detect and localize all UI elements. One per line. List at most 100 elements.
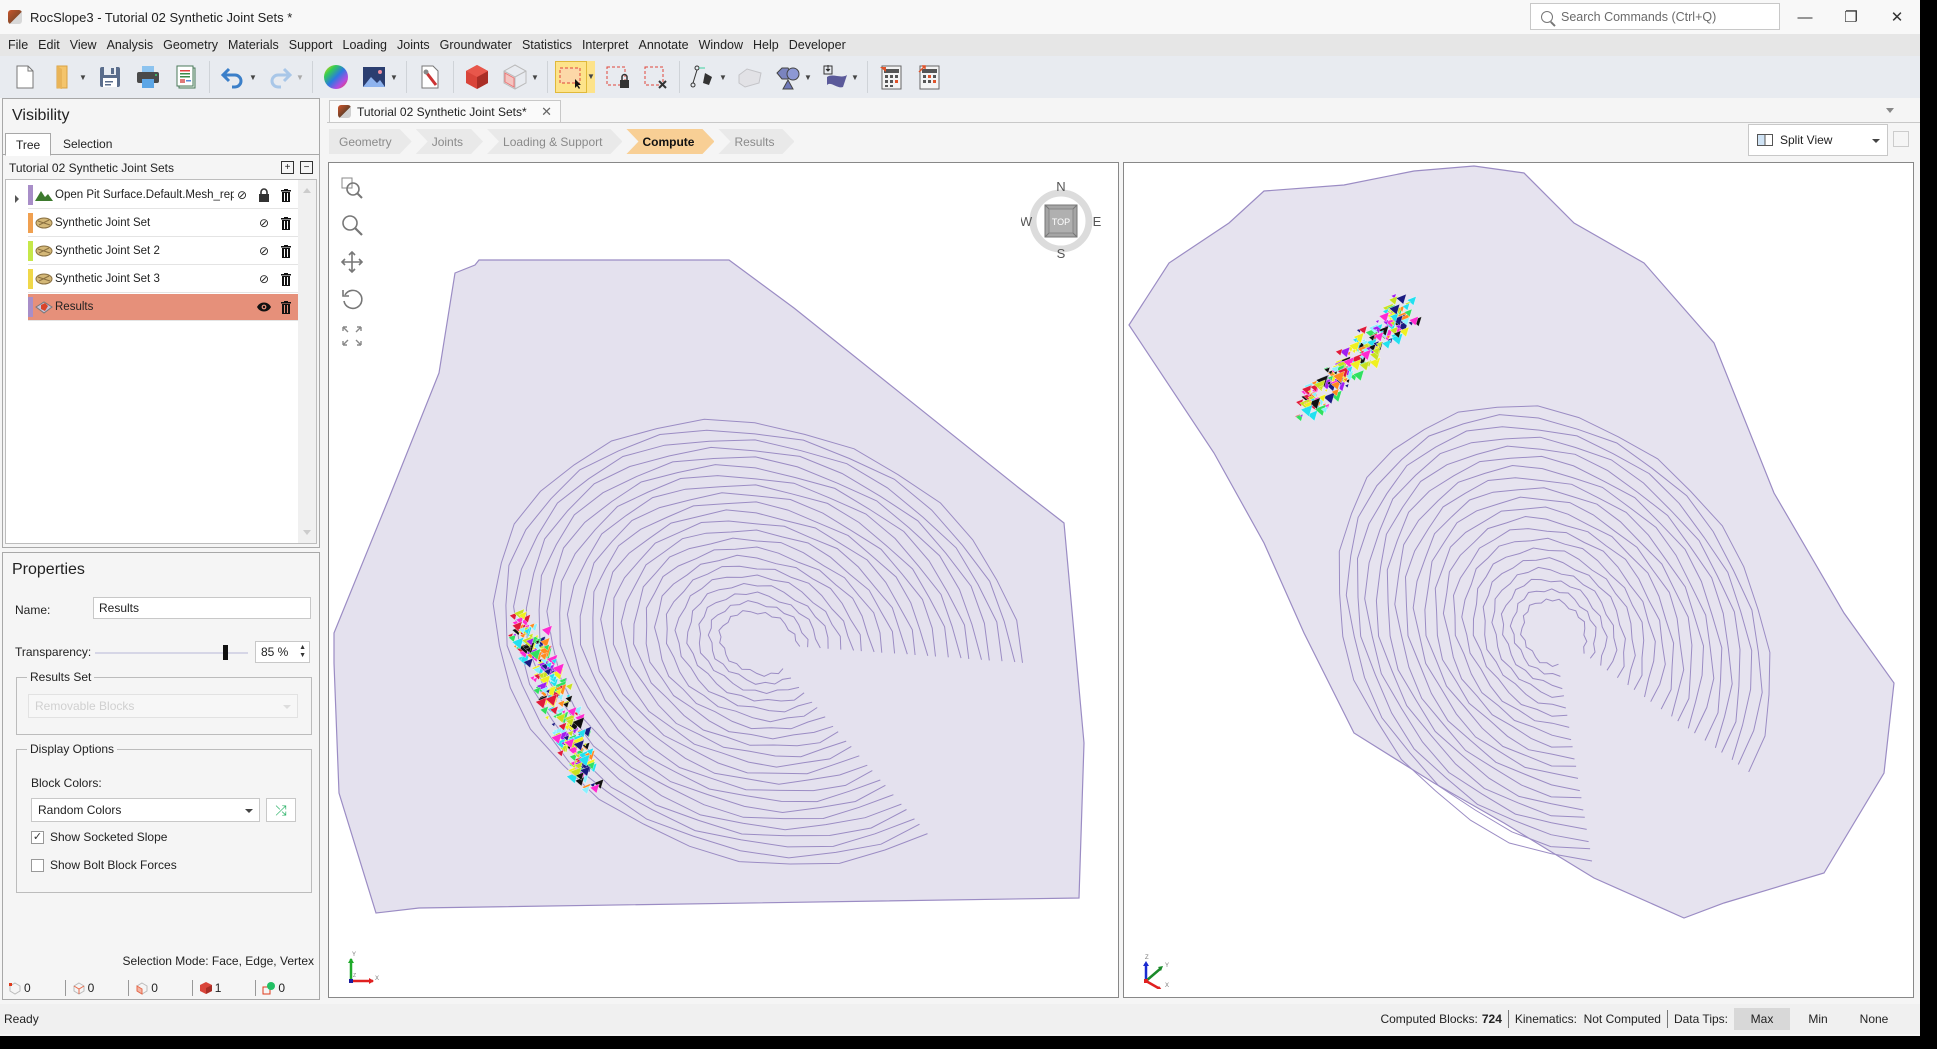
workflow-step-results[interactable]: Results <box>718 129 794 154</box>
trash-icon[interactable] <box>278 271 294 287</box>
block-colors-select[interactable]: Random Colors <box>31 798 260 822</box>
menu-window[interactable]: Window <box>694 38 748 52</box>
menu-help[interactable]: Help <box>748 38 784 52</box>
new-file-button[interactable] <box>9 61 41 93</box>
compute-export-button[interactable] <box>913 61 945 93</box>
view-layout-icon[interactable] <box>1893 131 1909 147</box>
menu-developer[interactable]: Developer <box>784 38 851 52</box>
menu-statistics[interactable]: Statistics <box>517 38 577 52</box>
zoom-button[interactable] <box>339 212 365 238</box>
compass-widget[interactable]: TOP N S W E <box>1021 179 1101 259</box>
menu-geometry[interactable]: Geometry <box>158 38 223 52</box>
tree-scrollbar[interactable] <box>298 180 316 543</box>
transparency-spinbox[interactable]: 85 % ▲ ▼ <box>255 641 310 663</box>
menu-view[interactable]: View <box>65 38 102 52</box>
trash-icon[interactable] <box>278 187 294 203</box>
menu-loading[interactable]: Loading <box>338 38 393 52</box>
menu-joints[interactable]: Joints <box>392 38 435 52</box>
randomize-colors-button[interactable]: ⤮ <box>266 798 296 822</box>
compass-top-label[interactable]: TOP <box>1052 217 1070 227</box>
minimize-button[interactable]: — <box>1782 0 1828 34</box>
pen-dropdown-icon[interactable]: ▼ <box>719 73 727 82</box>
box-select-button[interactable] <box>555 61 587 93</box>
tab-tree[interactable]: Tree <box>5 133 52 156</box>
save-button[interactable] <box>94 61 126 93</box>
print-button[interactable] <box>132 61 164 93</box>
redo-dropdown-icon[interactable]: ▼ <box>296 73 304 82</box>
undo-button[interactable] <box>217 61 249 93</box>
edit-geometry-button[interactable] <box>414 61 446 93</box>
import-dropdown-icon[interactable]: ▼ <box>851 73 859 82</box>
expand-all-icon[interactable]: + <box>281 161 294 174</box>
menu-groundwater[interactable]: Groundwater <box>435 38 517 52</box>
spin-arrows-icon[interactable]: ▲ ▼ <box>299 644 306 660</box>
zoom-window-button[interactable] <box>339 175 365 201</box>
shapes-button[interactable] <box>772 61 804 93</box>
block-dropdown-icon[interactable]: ▼ <box>531 73 539 82</box>
data-tips-min-button[interactable]: Min <box>1790 1008 1846 1030</box>
hidden-eye-icon[interactable]: ⊘ <box>256 215 272 231</box>
hidden-eye-icon[interactable]: ⊘ <box>256 271 272 287</box>
tree-item-synthetic-joint-set-2[interactable]: Synthetic Joint Set 2 ⊘ <box>28 238 300 265</box>
trash-icon[interactable] <box>278 243 294 259</box>
wireframe-block-button[interactable] <box>499 61 531 93</box>
open-dropdown-icon[interactable]: ▼ <box>79 73 87 82</box>
hidden-eye-icon[interactable]: ⊘ <box>234 187 250 203</box>
solid-block-button[interactable] <box>461 61 493 93</box>
tree-item-open-pit-surface[interactable]: Open Pit Surface.Default.Mesh_rep ⊘ <box>28 182 300 209</box>
view-mode-select[interactable]: Split View <box>1748 124 1888 156</box>
zoom-extents-button[interactable] <box>339 323 365 349</box>
tab-list-dropdown-icon[interactable] <box>1886 108 1894 113</box>
menu-analysis[interactable]: Analysis <box>102 38 159 52</box>
image-dropdown-icon[interactable]: ▼ <box>390 73 398 82</box>
viewport-top[interactable]: TOP N S W E Y X Z <box>328 162 1119 998</box>
expand-arrow-icon[interactable] <box>15 195 19 203</box>
workflow-step-geometry[interactable]: Geometry <box>329 129 412 154</box>
lock-icon[interactable] <box>256 187 272 203</box>
scroll-down-icon[interactable] <box>303 530 311 535</box>
redo-button[interactable] <box>264 61 296 93</box>
lock-selection-button[interactable] <box>602 61 634 93</box>
menu-materials[interactable]: Materials <box>223 38 284 52</box>
hidden-eye-icon[interactable]: ⊘ <box>256 243 272 259</box>
shapes-dropdown-icon[interactable]: ▼ <box>804 73 812 82</box>
collapse-all-icon[interactable]: − <box>300 161 313 174</box>
clear-selection-button[interactable] <box>640 61 672 93</box>
trash-icon[interactable] <box>278 299 294 315</box>
colors-button[interactable] <box>320 61 352 93</box>
close-tab-icon[interactable]: ✕ <box>541 104 552 120</box>
compute-button[interactable] <box>875 61 907 93</box>
surface-button[interactable] <box>734 61 766 93</box>
close-button[interactable]: ✕ <box>1874 0 1920 34</box>
menu-support[interactable]: Support <box>284 38 338 52</box>
open-button[interactable] <box>47 61 79 93</box>
search-commands-input[interactable]: Search Commands (Ctrl+Q) <box>1530 3 1780 30</box>
data-tips-none-button[interactable]: None <box>1846 1008 1902 1030</box>
select-dropdown-icon[interactable]: ▼ <box>587 61 595 93</box>
show-bolt-block-forces-checkbox[interactable] <box>31 859 44 872</box>
viewport-perspective[interactable]: Z Y X <box>1123 162 1914 998</box>
transparency-slider-thumb[interactable] <box>223 645 229 660</box>
workflow-step-compute[interactable]: Compute <box>626 129 714 154</box>
pen-tool-button[interactable] <box>687 61 719 93</box>
workflow-step-joints[interactable]: Joints <box>416 129 483 154</box>
tree-item-synthetic-joint-set-3[interactable]: Synthetic Joint Set 3 ⊘ <box>28 266 300 293</box>
pan-button[interactable] <box>339 249 365 275</box>
report-button[interactable] <box>170 61 202 93</box>
restore-button[interactable]: ❐ <box>1828 0 1874 34</box>
document-tab[interactable]: Tutorial 02 Synthetic Joint Sets* ✕ <box>329 100 561 122</box>
workflow-step-loading-support[interactable]: Loading & Support <box>487 129 622 154</box>
visible-eye-icon[interactable] <box>256 299 272 315</box>
name-input[interactable]: Results <box>93 597 311 619</box>
tree-item-synthetic-joint-set[interactable]: Synthetic Joint Set ⊘ <box>28 210 300 237</box>
trash-icon[interactable] <box>278 215 294 231</box>
menu-annotate[interactable]: Annotate <box>634 38 694 52</box>
scroll-up-icon[interactable] <box>303 188 311 193</box>
rotate-button[interactable] <box>339 286 365 312</box>
show-socketed-slope-checkbox[interactable]: ✓ <box>31 831 44 844</box>
menu-interpret[interactable]: Interpret <box>577 38 634 52</box>
tree-item-results[interactable]: Results <box>28 294 300 321</box>
data-tips-max-button[interactable]: Max <box>1734 1008 1790 1030</box>
undo-dropdown-icon[interactable]: ▼ <box>249 73 257 82</box>
tab-selection[interactable]: Selection <box>53 133 122 155</box>
